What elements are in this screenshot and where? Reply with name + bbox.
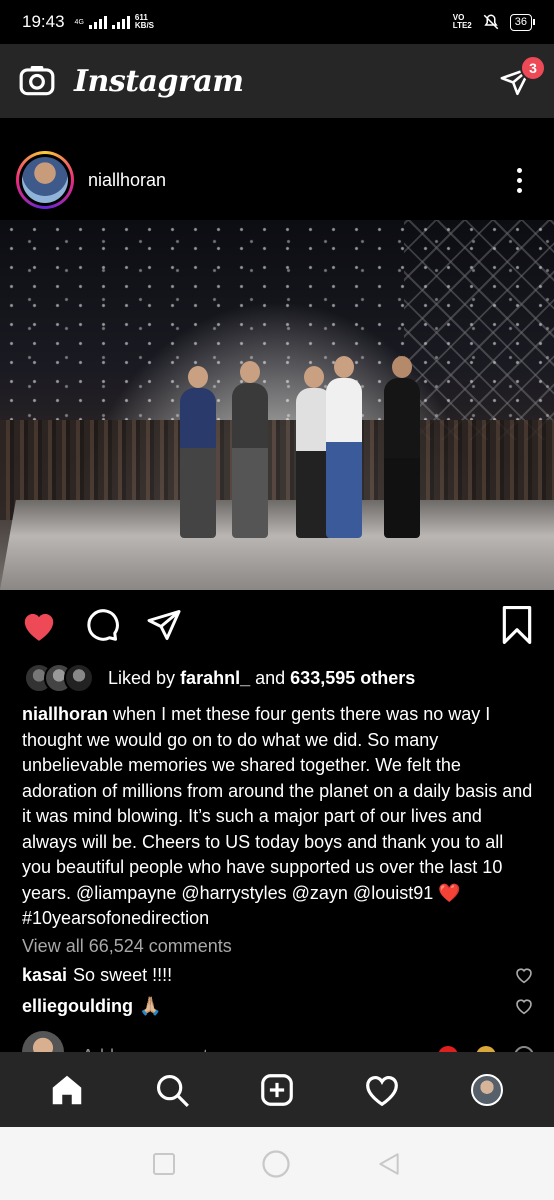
network-indicator: 4G 611 KB/S: [75, 14, 154, 30]
network-speed: 611 KB/S: [135, 14, 154, 30]
caption-text: when I met these four gents there was no…: [22, 704, 533, 903]
status-bar: 19:43 4G 611 KB/S VO LTE2 36: [0, 0, 554, 44]
camera-icon[interactable]: [18, 62, 56, 100]
nav-search[interactable]: [147, 1065, 197, 1115]
back-button[interactable]: [376, 1151, 402, 1177]
app-header: Instagram 3: [0, 44, 554, 118]
comment-like-icon[interactable]: [514, 966, 534, 984]
instagram-wordmark: Instagram: [74, 63, 244, 99]
performer: [326, 356, 362, 538]
story-ring[interactable]: [16, 151, 74, 209]
comment-icon[interactable]: [84, 607, 120, 643]
notification-badge: 3: [520, 55, 546, 81]
comment-username[interactable]: elliegoulding: [22, 996, 133, 1017]
status-right: VO LTE2 36: [453, 13, 536, 31]
liker-avatars: [24, 663, 94, 693]
like-heart-icon[interactable]: [20, 607, 58, 643]
more-options-icon[interactable]: [514, 167, 524, 193]
post-image[interactable]: [0, 220, 554, 590]
battery-icon: 36: [509, 13, 536, 31]
comment-username[interactable]: kasai: [22, 965, 67, 986]
volte-bottom: LTE2: [452, 21, 472, 30]
post-username[interactable]: niallhoran: [88, 170, 166, 191]
nav-profile[interactable]: [462, 1065, 512, 1115]
signal-icon: [88, 15, 107, 29]
stage-truss: [404, 220, 554, 440]
post-actions: [0, 600, 554, 650]
liker-username[interactable]: farahnl_: [180, 668, 250, 688]
nav-new-post[interactable]: [252, 1065, 302, 1115]
caption-hashtag[interactable]: #10yearsofonedirection: [22, 908, 209, 928]
comment-row: elliegoulding 🙏🏼: [22, 993, 534, 1019]
bottom-nav: [0, 1052, 554, 1127]
profile-avatar: [471, 1073, 504, 1106]
bookmark-icon[interactable]: [500, 606, 534, 644]
comment-text: 🙏🏼: [139, 995, 162, 1016]
view-all-comments-link[interactable]: View all 66,524 comments: [22, 936, 232, 957]
volte-indicator: VO LTE2: [453, 14, 472, 30]
heart-emoji: ❤️: [438, 882, 461, 903]
nav-activity[interactable]: [357, 1065, 407, 1115]
search-icon: [156, 1074, 189, 1107]
likes-text: Liked by farahnl_ and 633,595 others: [108, 667, 416, 688]
share-icon[interactable]: [146, 607, 182, 643]
signal-icon-2: [111, 15, 130, 29]
activity-icon: [366, 1075, 398, 1106]
comment-row: kasai So sweet !!!!: [22, 962, 534, 988]
avatar: [22, 157, 68, 203]
post-caption: niallhoran when I met these four gents t…: [22, 702, 536, 932]
recents-button[interactable]: [152, 1152, 176, 1176]
system-nav-bar: [0, 1127, 554, 1200]
performer: [232, 361, 268, 538]
caption-author[interactable]: niallhoran: [22, 704, 108, 724]
nav-home[interactable]: [42, 1065, 92, 1115]
new-post-icon: [261, 1073, 293, 1106]
performer: [180, 366, 216, 538]
likes-row[interactable]: Liked by farahnl_ and 633,595 others: [24, 660, 534, 696]
post-header: niallhoran: [0, 140, 554, 220]
direct-messages-button[interactable]: 3: [496, 55, 546, 101]
speed-unit: KB/S: [134, 21, 155, 30]
mute-icon: [483, 14, 499, 30]
status-time: 19:43: [22, 12, 65, 31]
home-button[interactable]: [261, 1149, 291, 1179]
comment-text: So sweet !!!!: [73, 964, 173, 985]
comment-like-icon[interactable]: [514, 997, 534, 1015]
home-icon: [52, 1075, 81, 1104]
network-type: 4G: [74, 18, 84, 26]
likes-count[interactable]: 633,595 others: [290, 668, 415, 688]
stage: [0, 500, 554, 590]
performer: [384, 356, 420, 538]
